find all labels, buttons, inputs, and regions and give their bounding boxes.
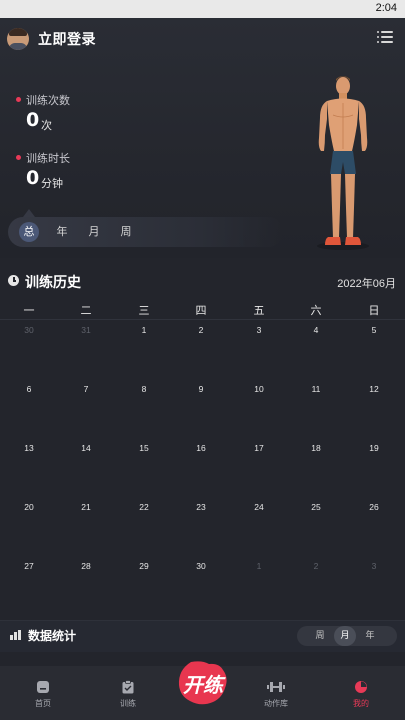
calendar-day[interactable]: 13 (14, 443, 44, 453)
duration-dot-icon (16, 155, 21, 160)
home-icon (37, 681, 49, 693)
list-menu-icon[interactable] (377, 31, 393, 45)
calendar-day[interactable]: 3 (359, 561, 389, 571)
period-tab-week[interactable]: 周 (116, 222, 136, 242)
calendar-day[interactable]: 16 (186, 443, 216, 453)
count-label: 训练次数 (26, 94, 70, 107)
calendar-day[interactable]: 29 (129, 561, 159, 571)
calendar-day[interactable]: 15 (129, 443, 159, 453)
calendar-day[interactable]: 5 (359, 325, 389, 335)
calendar-day[interactable]: 25 (301, 502, 331, 512)
calendar-day[interactable]: 10 (244, 384, 274, 394)
profile-summary: 立即登录 训练次数 0 次 训练时长 0 分钟 总 年 月 周 (0, 18, 405, 258)
calendar-day[interactable]: 26 (359, 502, 389, 512)
calendar-day[interactable]: 28 (71, 561, 101, 571)
calendar-day[interactable]: 22 (129, 502, 159, 512)
tab-mine[interactable]: 我的 (336, 680, 386, 709)
stats-tab-month[interactable]: 月 (334, 626, 356, 646)
tab-exercise-library[interactable]: 动作库 (251, 680, 301, 709)
calendar-day[interactable]: 9 (186, 384, 216, 394)
calendar-day[interactable]: 30 (186, 561, 216, 571)
status-time: 2:04 (375, 2, 397, 14)
calendar-day[interactable]: 14 (71, 443, 101, 453)
start-training-logo-text: 开练 (183, 673, 226, 697)
calendar-day[interactable]: 23 (186, 502, 216, 512)
count-unit: 次 (41, 119, 52, 132)
calendar-day[interactable]: 11 (301, 384, 331, 394)
period-tab-month[interactable]: 月 (84, 222, 104, 242)
duration-unit: 分钟 (41, 177, 63, 190)
calendar-day[interactable]: 24 (244, 502, 274, 512)
stats-period-tabs: 周 月 年 (297, 626, 397, 646)
tab-exercise-library-label: 动作库 (264, 699, 288, 708)
weekday-label: 四 (195, 304, 207, 317)
duration-value: 0 (26, 167, 40, 189)
stats-tab-week[interactable]: 周 (309, 626, 331, 646)
calendar-day[interactable]: 18 (301, 443, 331, 453)
calendar-day[interactable]: 30 (14, 325, 44, 335)
divider (0, 319, 405, 320)
login-link[interactable]: 立即登录 (38, 29, 96, 49)
period-tab-total[interactable]: 总 (19, 222, 39, 242)
calendar-day[interactable]: 1 (129, 325, 159, 335)
calendar-day[interactable]: 20 (14, 502, 44, 512)
stats-tab-year[interactable]: 年 (359, 626, 381, 646)
bar-chart-icon (10, 630, 22, 640)
calendar-day[interactable]: 12 (359, 384, 389, 394)
calendar-day[interactable]: 27 (14, 561, 44, 571)
tab-pointer (23, 209, 35, 217)
data-stats-title: 数据统计 (28, 629, 77, 643)
profile-icon (355, 681, 367, 693)
status-bar: 2:04 (0, 0, 405, 18)
duration-label: 训练时长 (26, 152, 70, 165)
weekday-label: 一 (23, 304, 35, 317)
history-month[interactable]: 2022年06月 (337, 275, 396, 291)
period-tab-year[interactable]: 年 (52, 222, 72, 242)
tab-home[interactable]: 首页 (18, 680, 68, 709)
tab-training-label: 训练 (120, 699, 136, 708)
calendar-day[interactable]: 17 (244, 443, 274, 453)
count-value: 0 (26, 109, 40, 131)
calendar-day[interactable]: 1 (244, 561, 274, 571)
calendar-day[interactable]: 2 (186, 325, 216, 335)
weekday-label: 五 (253, 304, 265, 317)
calendar-day[interactable]: 6 (14, 384, 44, 394)
count-dot-icon (16, 97, 21, 102)
calendar-day[interactable]: 4 (301, 325, 331, 335)
weekday-label: 三 (138, 304, 150, 317)
body-figure-icon (317, 76, 369, 250)
calendar-day[interactable]: 8 (129, 384, 159, 394)
dumbbell-icon (267, 682, 285, 692)
weekday-label: 二 (80, 304, 92, 317)
tab-training[interactable]: 训练 (103, 680, 153, 709)
start-training-button[interactable]: 开练 (175, 660, 230, 708)
user-avatar-icon[interactable] (7, 28, 29, 50)
tab-home-label: 首页 (35, 699, 51, 708)
calendar-day[interactable]: 2 (301, 561, 331, 571)
start-training-logo: 开练 (178, 661, 227, 705)
period-tabs: 总 年 月 周 (8, 217, 283, 247)
header: 立即登录 (0, 18, 405, 58)
calendar-day[interactable]: 31 (71, 325, 101, 335)
weekday-label: 六 (310, 304, 322, 317)
weekday-label: 日 (368, 304, 380, 317)
calendar-day[interactable]: 3 (244, 325, 274, 335)
weekday-header: 一 二 三 四 五 六 日 (0, 302, 405, 317)
calendar-day[interactable]: 7 (71, 384, 101, 394)
calendar-day[interactable]: 21 (71, 502, 101, 512)
clipboard-icon (122, 680, 134, 694)
calendar-day[interactable]: 19 (359, 443, 389, 453)
tab-mine-label: 我的 (353, 699, 369, 708)
clock-icon (8, 275, 19, 286)
history-title: 训练历史 (25, 275, 81, 291)
